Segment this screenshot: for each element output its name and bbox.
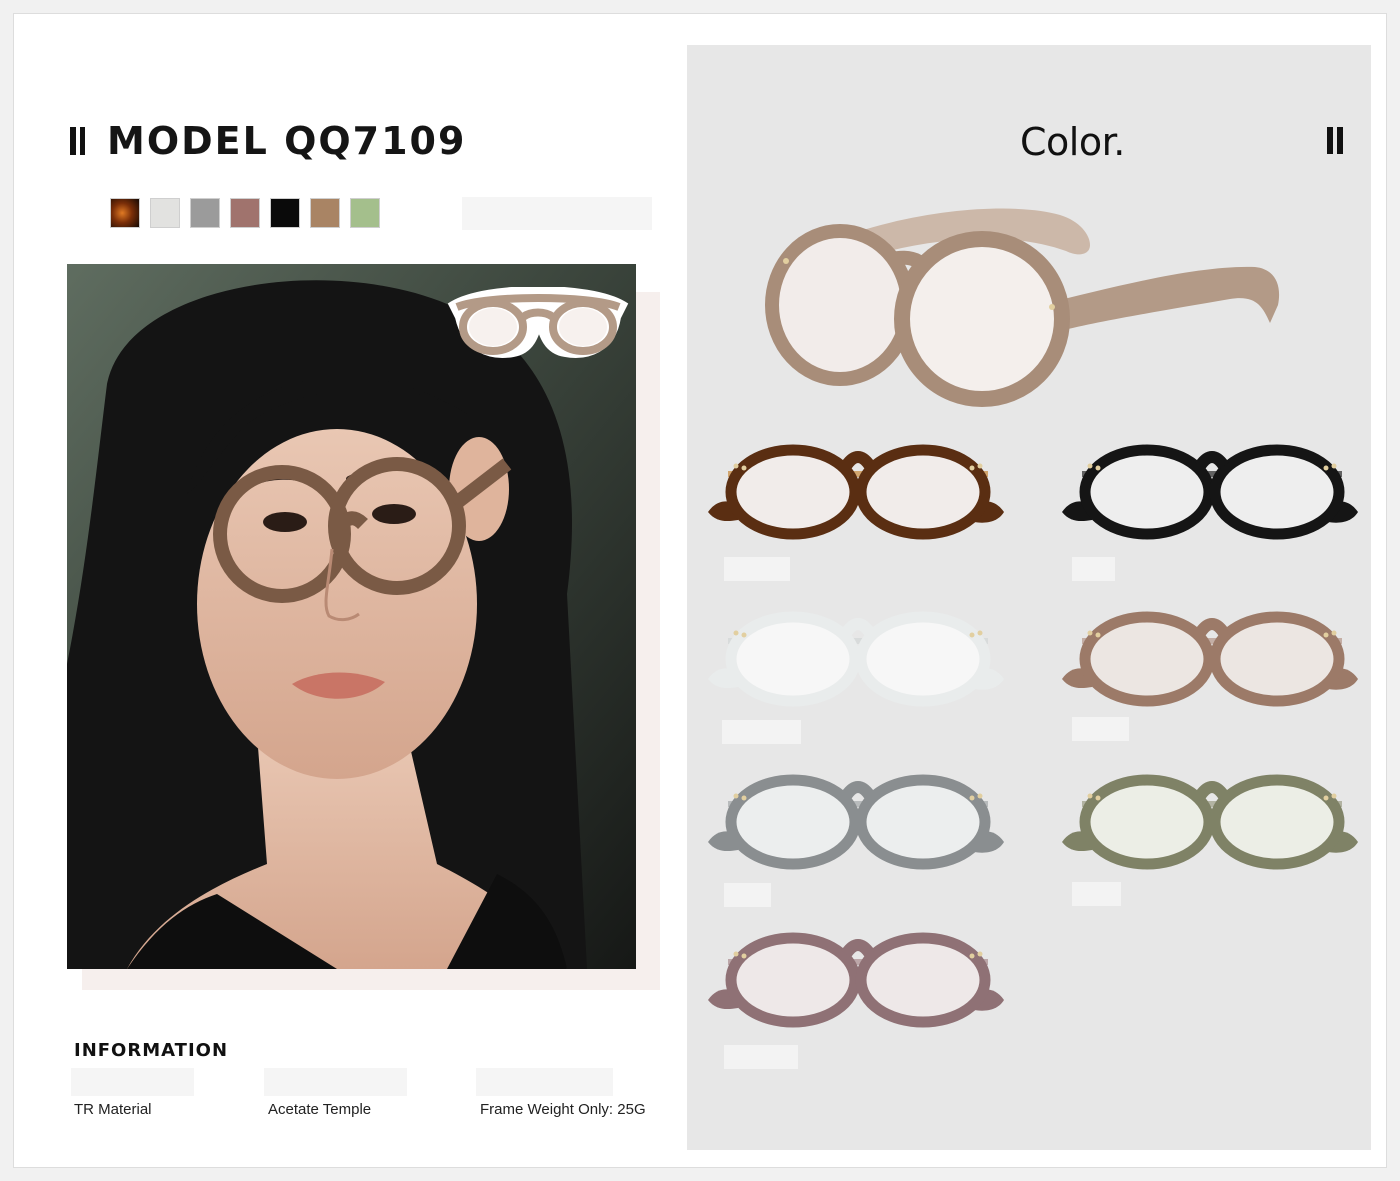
variant-label-placeholder	[1072, 882, 1121, 906]
model-title: MODEL QQ7109	[107, 119, 467, 163]
double-bar-icon	[1327, 127, 1343, 154]
variant-tan-glasses[interactable]	[1062, 607, 1362, 707]
swatch-rose-brown[interactable]	[230, 198, 260, 228]
hero-glasses-image	[760, 195, 1300, 415]
variant-label-placeholder	[1072, 557, 1115, 581]
variant-label-placeholder	[724, 1045, 798, 1069]
variant-black-glasses[interactable]	[1062, 440, 1362, 540]
variant-label-placeholder	[724, 557, 790, 581]
swatch-black[interactable]	[270, 198, 300, 228]
info-item-weight: Frame Weight Only: 25G	[480, 1101, 646, 1118]
information-heading: INFORMATION	[74, 1040, 229, 1061]
info-item-temple: Acetate Temple	[268, 1101, 372, 1118]
swatch-clear[interactable]	[150, 198, 180, 228]
model-header: MODEL QQ7109	[70, 118, 466, 164]
variant-clear-glasses[interactable]	[708, 607, 1008, 707]
color-swatches	[110, 198, 380, 228]
info-icon-placeholder	[476, 1068, 613, 1096]
glasses-thumbnail-badge	[447, 286, 629, 359]
color-title: Color.	[1020, 120, 1125, 164]
model-portrait-illustration	[67, 264, 636, 969]
variant-tortoise-glasses[interactable]	[708, 440, 1008, 540]
variant-label-placeholder	[724, 883, 771, 907]
info-icon-placeholder	[264, 1068, 407, 1096]
swatch-caption-placeholder	[462, 197, 652, 230]
swatch-tortoise[interactable]	[110, 198, 140, 228]
double-bar-icon	[70, 127, 85, 155]
swatch-green[interactable]	[350, 198, 380, 228]
variant-grey-glasses[interactable]	[708, 770, 1008, 870]
variant-label-placeholder	[722, 720, 801, 744]
info-icon-placeholder	[71, 1068, 194, 1096]
swatch-grey[interactable]	[190, 198, 220, 228]
variant-label-placeholder	[1072, 717, 1129, 741]
info-item-material: TR Material	[74, 1101, 152, 1118]
swatch-tan[interactable]	[310, 198, 340, 228]
variant-olive-glasses[interactable]	[1062, 770, 1362, 870]
model-photo	[67, 264, 636, 969]
variant-mauve-glasses[interactable]	[708, 928, 1008, 1028]
